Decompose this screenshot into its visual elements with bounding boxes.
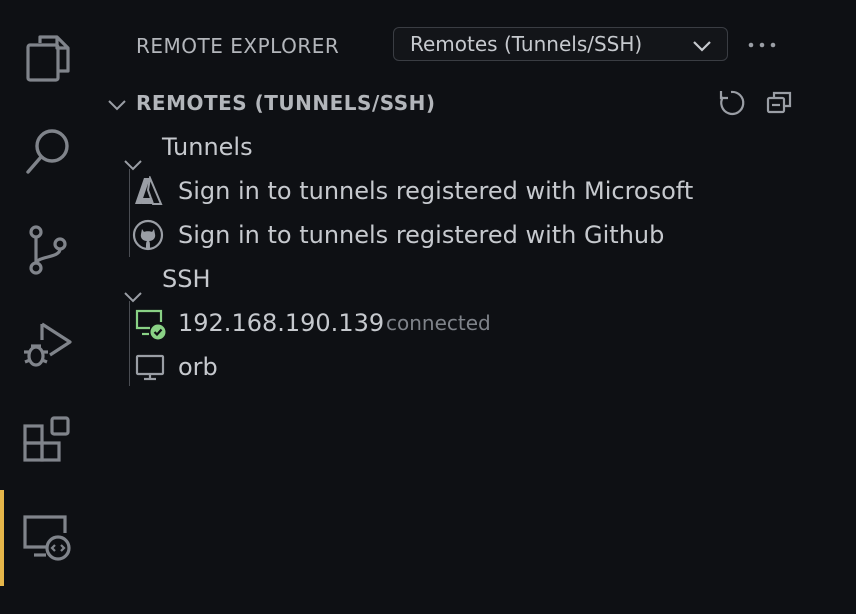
refresh-icon[interactable] bbox=[716, 88, 746, 118]
source-control-icon[interactable] bbox=[0, 202, 96, 298]
connection-status: connected bbox=[386, 311, 491, 335]
extensions-icon[interactable] bbox=[0, 394, 96, 490]
tree-item-label: 192.168.190.139 bbox=[178, 309, 385, 337]
chevron-down-icon bbox=[108, 96, 126, 115]
section-title: REMOTES (TUNNELS/SSH) bbox=[136, 91, 436, 115]
tree-item-ssh-host[interactable]: 192.168.190.139 connected bbox=[96, 301, 856, 345]
tree-item-label: Sign in to tunnels registered with Githu… bbox=[178, 221, 665, 249]
tree-group-ssh[interactable]: SSH bbox=[96, 257, 856, 303]
tree-group-label: Tunnels bbox=[162, 133, 253, 161]
ellipsis-icon[interactable] bbox=[748, 35, 776, 55]
tree-item-label: Sign in to tunnels registered with Micro… bbox=[178, 177, 694, 205]
github-icon bbox=[132, 219, 164, 251]
tree-item-sign-in-microsoft[interactable]: Sign in to tunnels registered with Micro… bbox=[96, 169, 856, 213]
activity-bar bbox=[0, 0, 96, 614]
monitor-icon bbox=[134, 352, 166, 384]
run-debug-icon[interactable] bbox=[0, 296, 96, 392]
view-title: REMOTE EXPLORER bbox=[136, 34, 340, 58]
search-icon[interactable] bbox=[0, 104, 96, 200]
tree-item-sign-in-github[interactable]: Sign in to tunnels registered with Githu… bbox=[96, 213, 856, 257]
connected-monitor-icon bbox=[134, 308, 166, 340]
tree-item-ssh-host[interactable]: orb bbox=[96, 345, 856, 389]
collapse-all-icon[interactable] bbox=[764, 88, 794, 118]
tree-item-label: orb bbox=[178, 353, 218, 381]
sidebar: REMOTE EXPLORER Remotes (Tunnels/SSH) RE… bbox=[96, 0, 856, 614]
azure-icon bbox=[132, 175, 164, 207]
remote-explorer-icon[interactable] bbox=[0, 490, 96, 586]
view-select-value: Remotes (Tunnels/SSH) bbox=[410, 32, 643, 56]
active-indicator bbox=[0, 490, 4, 586]
section-header-remotes[interactable]: REMOTES (TUNNELS/SSH) bbox=[96, 84, 856, 122]
chevron-down-icon bbox=[692, 36, 712, 60]
tree-group-label: SSH bbox=[162, 265, 211, 293]
view-select-dropdown[interactable]: Remotes (Tunnels/SSH) bbox=[393, 27, 728, 61]
tree-group-tunnels[interactable]: Tunnels bbox=[96, 125, 856, 171]
explorer-icon[interactable] bbox=[0, 10, 96, 106]
